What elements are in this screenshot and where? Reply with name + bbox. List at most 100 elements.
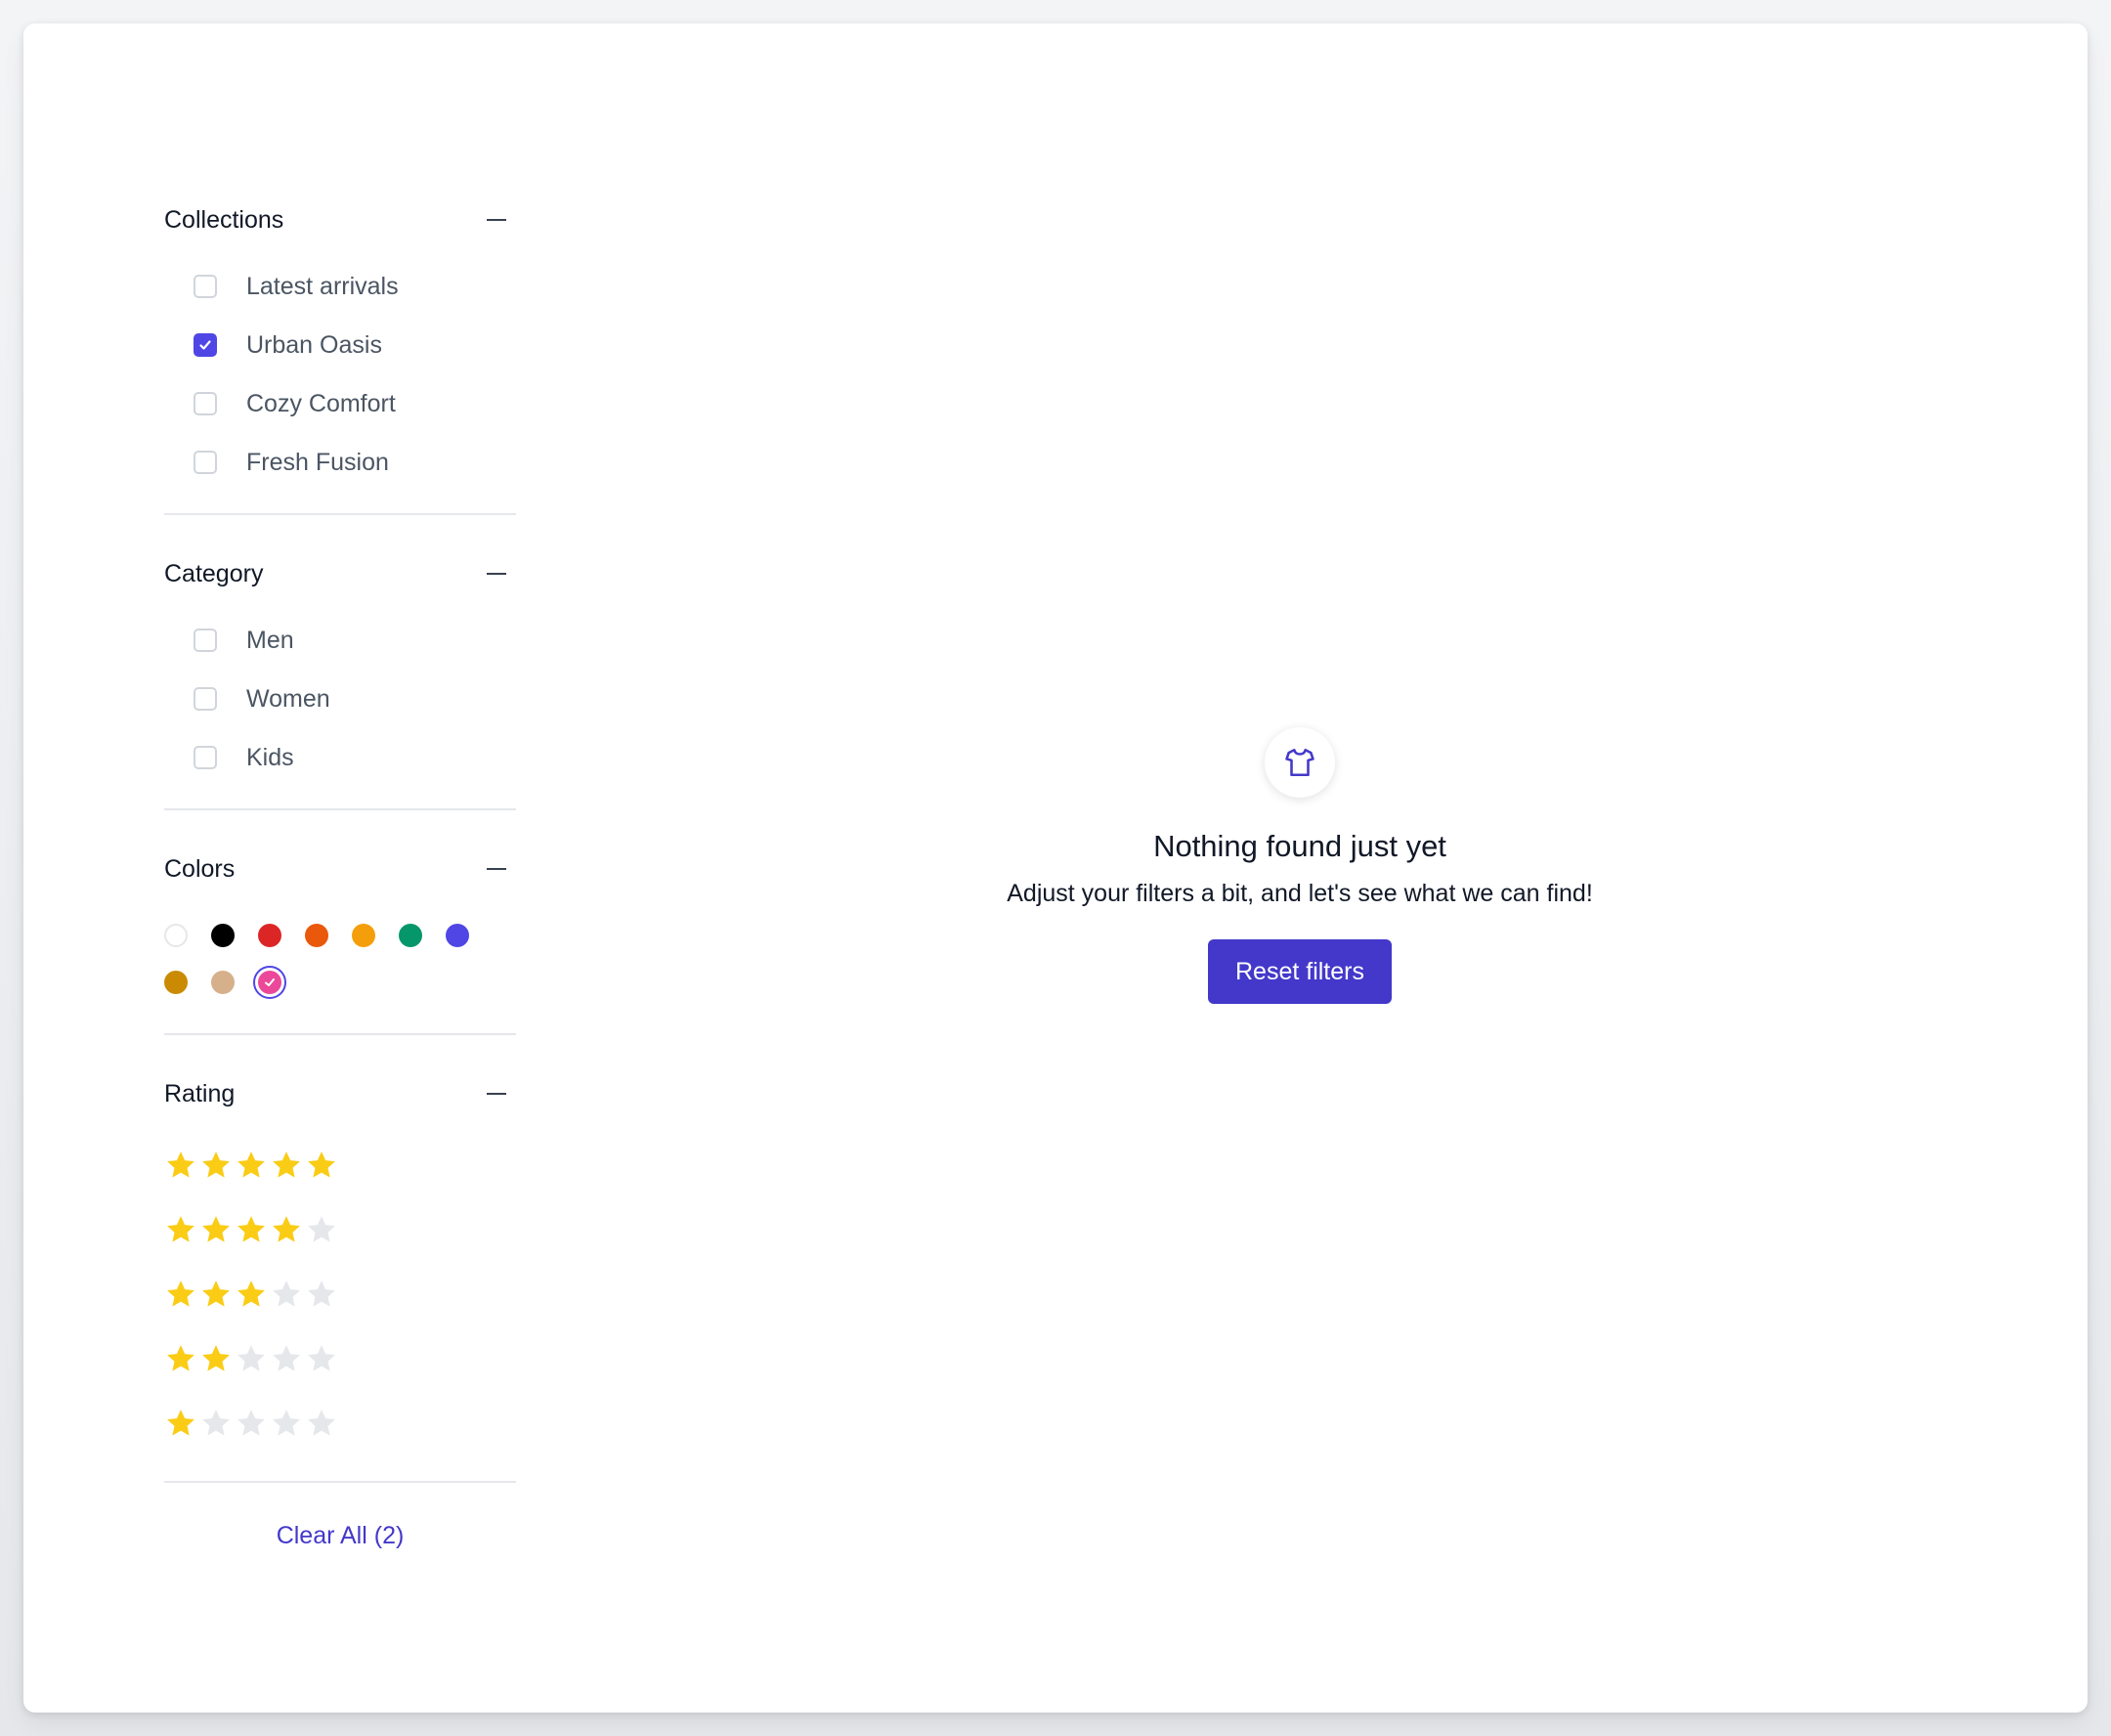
- collapse-icon[interactable]: [483, 206, 510, 234]
- collapse-icon[interactable]: [483, 1080, 510, 1107]
- category-option[interactable]: Men: [164, 611, 516, 670]
- colors-title: Colors: [164, 854, 236, 883]
- checkbox[interactable]: [194, 629, 217, 652]
- category-section: Category Men Women Kids: [164, 548, 516, 810]
- color-dot: [352, 924, 375, 947]
- option-label: Latest arrivals: [246, 272, 399, 300]
- category-list: Men Women Kids: [164, 599, 516, 808]
- checkbox[interactable]: [194, 746, 217, 769]
- category-option[interactable]: Women: [164, 670, 516, 728]
- rating-section: Rating: [164, 1068, 516, 1483]
- star-filled-icon: [167, 1151, 194, 1178]
- option-label: Cozy Comfort: [246, 389, 396, 417]
- checkbox[interactable]: [194, 275, 217, 298]
- star-filled-icon: [273, 1216, 300, 1242]
- color-swatch-indigo[interactable]: [434, 912, 481, 959]
- star-empty-icon: [202, 1410, 230, 1436]
- checkbox[interactable]: [194, 392, 217, 415]
- rating-list: [164, 1119, 516, 1481]
- star-empty-icon: [308, 1345, 335, 1371]
- collection-option[interactable]: Fresh Fusion: [164, 433, 516, 492]
- color-dot: [164, 924, 188, 947]
- collection-option[interactable]: Cozy Comfort: [164, 374, 516, 433]
- empty-icon-container: [1265, 727, 1335, 798]
- rating-option-3[interactable]: [164, 1262, 516, 1326]
- star-filled-icon: [167, 1216, 194, 1242]
- color-dot: [446, 924, 469, 947]
- category-title: Category: [164, 559, 264, 587]
- checkbox[interactable]: [194, 333, 217, 357]
- star-empty-icon: [308, 1280, 335, 1307]
- option-label: Men: [246, 626, 294, 654]
- checkbox[interactable]: [194, 451, 217, 474]
- star-filled-icon: [202, 1280, 230, 1307]
- color-dot: [211, 971, 235, 994]
- empty-subtitle: Adjust your filters a bit, and let's see…: [1007, 880, 1593, 907]
- color-swatches: [152, 894, 481, 1033]
- color-dot: [211, 924, 235, 947]
- star-empty-icon: [237, 1410, 265, 1436]
- star-empty-icon: [308, 1216, 335, 1242]
- collections-section: Collections Latest arrivals Urban Oasis Co…: [164, 195, 516, 515]
- filter-sidebar: Collections Latest arrivals Urban Oasis Co…: [164, 195, 516, 1550]
- color-dot: [399, 924, 422, 947]
- color-swatch-gold[interactable]: [152, 959, 199, 1006]
- collections-header: Collections: [164, 195, 516, 245]
- star-empty-icon: [273, 1345, 300, 1371]
- color-swatch-tan[interactable]: [199, 959, 246, 1006]
- collections-title: Collections: [164, 205, 284, 234]
- option-label: Fresh Fusion: [246, 448, 389, 476]
- reset-filters-button[interactable]: Reset filters: [1208, 939, 1392, 1004]
- category-header: Category: [164, 548, 516, 599]
- empty-title: Nothing found just yet: [1153, 829, 1446, 863]
- collection-option[interactable]: Latest arrivals: [164, 257, 516, 316]
- color-dot: [258, 924, 281, 947]
- star-filled-icon: [202, 1151, 230, 1178]
- color-dot: [164, 971, 188, 994]
- star-filled-icon: [237, 1216, 265, 1242]
- rating-title: Rating: [164, 1079, 236, 1107]
- colors-section: Colors: [164, 844, 516, 1035]
- star-filled-icon: [202, 1345, 230, 1371]
- option-label: Women: [246, 684, 330, 713]
- star-filled-icon: [237, 1280, 265, 1307]
- color-swatch-black[interactable]: [199, 912, 246, 959]
- color-swatch-orange[interactable]: [293, 912, 340, 959]
- star-filled-icon: [308, 1151, 335, 1178]
- collapse-icon[interactable]: [483, 855, 510, 883]
- color-dot: [305, 924, 328, 947]
- star-empty-icon: [237, 1345, 265, 1371]
- star-filled-icon: [167, 1280, 194, 1307]
- rating-option-1[interactable]: [164, 1391, 516, 1455]
- star-filled-icon: [167, 1345, 194, 1371]
- star-filled-icon: [202, 1216, 230, 1242]
- checkbox[interactable]: [194, 687, 217, 711]
- category-option[interactable]: Kids: [164, 728, 516, 787]
- option-label: Urban Oasis: [246, 330, 382, 359]
- empty-state: Nothing found just yet Adjust your filte…: [889, 727, 1710, 1004]
- check-icon: [265, 978, 275, 986]
- star-filled-icon: [167, 1410, 194, 1436]
- shirt-icon: [1285, 748, 1314, 777]
- collapse-icon[interactable]: [483, 560, 510, 587]
- star-empty-icon: [308, 1410, 335, 1436]
- star-empty-icon: [273, 1410, 300, 1436]
- color-dot: [253, 966, 286, 999]
- clear-all-wrap: Clear All (2): [164, 1483, 516, 1550]
- color-swatch-red[interactable]: [246, 912, 293, 959]
- clear-all-link[interactable]: Clear All (2): [277, 1522, 405, 1549]
- collection-option[interactable]: Urban Oasis: [164, 316, 516, 374]
- rating-option-5[interactable]: [164, 1133, 516, 1197]
- option-label: Kids: [246, 743, 294, 771]
- rating-header: Rating: [164, 1068, 516, 1119]
- filter-card: Collections Latest arrivals Urban Oasis Co…: [23, 23, 2088, 1713]
- rating-option-4[interactable]: [164, 1197, 516, 1262]
- color-swatch-white[interactable]: [152, 912, 199, 959]
- color-swatch-pink[interactable]: [246, 959, 293, 1006]
- color-swatch-green[interactable]: [387, 912, 434, 959]
- star-empty-icon: [273, 1280, 300, 1307]
- collections-list: Latest arrivals Urban Oasis Cozy Comfort Fr…: [164, 245, 516, 513]
- star-filled-icon: [237, 1151, 265, 1178]
- rating-option-2[interactable]: [164, 1326, 516, 1391]
- color-swatch-amber[interactable]: [340, 912, 387, 959]
